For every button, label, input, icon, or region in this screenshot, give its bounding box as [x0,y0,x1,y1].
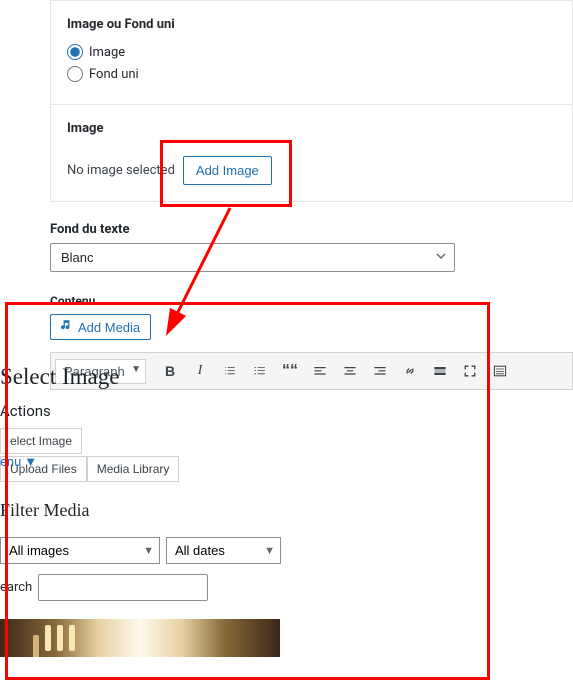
align-right-button[interactable] [366,356,394,386]
tab-media-library[interactable]: Media Library [87,456,180,482]
radio-fonduni-input[interactable] [67,66,83,82]
fond-texte-select[interactable]: Blanc [50,243,455,272]
radio-image-label: Image [89,45,125,60]
editor-toolbar: Paragraph ▼ B I ““ [50,352,573,390]
filter-date-select[interactable]: All dates [166,537,281,564]
no-image-text: No image selected [67,163,175,178]
triangle-down-icon: ▼ [24,454,37,470]
toolbar-toggle-button[interactable] [486,356,514,386]
tab-select-image[interactable]: elect Image [0,428,82,454]
align-left-button[interactable] [306,356,334,386]
bold-button[interactable]: B [156,356,184,386]
align-center-button[interactable] [336,356,364,386]
actions-label: Actions [0,402,51,420]
radio-option-fonduni[interactable]: Fond uni [67,66,556,82]
contenu-label: Contenu [50,294,573,308]
bullet-list-button[interactable] [216,356,244,386]
filter-media-title: Filter Media [0,500,573,521]
read-more-button[interactable] [426,356,454,386]
image-section-title: Image [67,121,556,136]
blockquote-button[interactable]: ““ [276,356,304,386]
filter-type-select[interactable]: All images [0,537,160,564]
fullscreen-button[interactable] [456,356,484,386]
numbered-list-button[interactable] [246,356,274,386]
fond-texte-label: Fond du texte [50,222,573,237]
radio-section-title: Image ou Fond uni [67,17,556,32]
italic-button[interactable]: I [186,356,214,386]
fond-texte-select-wrap[interactable]: Blanc [50,243,455,272]
search-input[interactable] [38,574,208,601]
create-menu-link[interactable]: enu ▼ [0,454,37,470]
radio-image-input[interactable] [67,44,83,60]
radio-option-image[interactable]: Image [67,44,556,60]
modal-title: Select Image [0,364,119,390]
radio-fonduni-label: Fond uni [89,67,139,82]
music-note-icon [61,319,74,335]
search-label: earch [0,580,32,595]
media-thumbnail[interactable] [0,619,280,657]
radio-section: Image ou Fond uni Image Fond uni Image N… [50,0,573,202]
link-button[interactable] [396,356,424,386]
add-media-button[interactable]: Add Media [50,314,151,340]
add-image-button[interactable]: Add Image [183,156,272,185]
